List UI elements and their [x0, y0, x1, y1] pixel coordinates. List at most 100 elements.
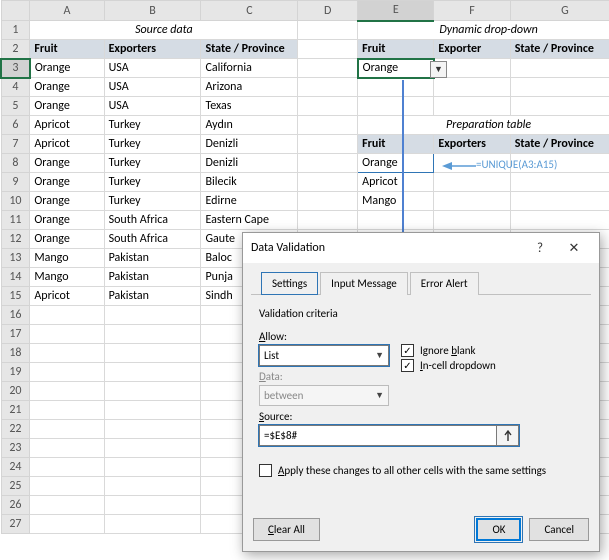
row-header-10[interactable]: 10	[1, 192, 30, 211]
row-header-13[interactable]: 13	[1, 249, 30, 268]
cell-B12[interactable]: South Africa	[104, 230, 201, 249]
row-header-18[interactable]: 18	[1, 344, 30, 363]
cell-D2[interactable]	[298, 40, 358, 59]
cell-C8[interactable]: Denizli	[201, 154, 298, 173]
row-header-9[interactable]: 9	[1, 173, 30, 192]
cell-F10[interactable]	[434, 192, 510, 211]
cell-B11[interactable]: South Africa	[104, 211, 201, 230]
dialog-help-button[interactable]: ?	[523, 236, 557, 260]
cell-A14[interactable]: Mango	[30, 268, 104, 287]
cell-A8[interactable]: Orange	[30, 154, 104, 173]
cell-B6[interactable]: Turkey	[104, 116, 201, 135]
cell-E8[interactable]: Orange	[358, 154, 434, 173]
cell-B8[interactable]: Turkey	[104, 154, 201, 173]
cell-B17[interactable]	[104, 325, 201, 344]
row-header-11[interactable]: 11	[1, 211, 30, 230]
cell-G10[interactable]	[510, 192, 609, 211]
tab-error-alert[interactable]: Error Alert	[410, 272, 479, 295]
cell-A13[interactable]: Mango	[30, 249, 104, 268]
cell-A5[interactable]: Orange	[30, 97, 104, 116]
cell-F4[interactable]	[434, 78, 510, 97]
dialog-close-button[interactable]: ✕	[557, 236, 591, 260]
cell-C2[interactable]: State / Province	[201, 40, 298, 59]
cell-C11[interactable]: Eastern Cape	[201, 211, 298, 230]
cell-G9[interactable]	[510, 173, 609, 192]
cell-G11[interactable]	[510, 211, 609, 230]
row-header-17[interactable]: 17	[1, 325, 30, 344]
col-header-E[interactable]: E	[358, 1, 434, 21]
cell-A20[interactable]	[30, 382, 104, 401]
cell-D5[interactable]	[298, 97, 358, 116]
range-selector-button[interactable]	[497, 425, 519, 446]
cell-D3[interactable]	[298, 59, 358, 78]
cell-A2[interactable]: Fruit	[30, 40, 104, 59]
cell-B9[interactable]: Turkey	[104, 173, 201, 192]
cell-E10[interactable]: Mango	[358, 192, 434, 211]
tab-settings[interactable]: Settings	[261, 272, 318, 295]
cell-E2[interactable]: Fruit	[358, 40, 434, 59]
row-header-3[interactable]: 3	[1, 59, 30, 78]
cell-A22[interactable]	[30, 420, 104, 439]
cell-C9[interactable]: Bilecik	[201, 173, 298, 192]
cell-E5[interactable]	[358, 97, 434, 116]
cell-dropdown-button[interactable]: ▼	[430, 61, 447, 78]
cell-C3[interactable]: California	[201, 59, 298, 78]
cell-B25[interactable]	[104, 477, 201, 496]
cell-B7[interactable]: Turkey	[104, 135, 201, 154]
row-header-22[interactable]: 22	[1, 420, 30, 439]
cell-F7[interactable]: Exporters	[434, 135, 510, 154]
cell-G7[interactable]: State / Province	[510, 135, 609, 154]
cell-E4[interactable]	[358, 78, 434, 97]
cell-B16[interactable]	[104, 306, 201, 325]
row-header-24[interactable]: 24	[1, 458, 30, 477]
cell-G2[interactable]: State / Province	[510, 40, 609, 59]
cell-D8[interactable]	[298, 154, 358, 173]
source-input[interactable]	[259, 425, 497, 446]
cell-E7[interactable]: Fruit	[358, 135, 434, 154]
row-header-1[interactable]: 1	[1, 21, 30, 40]
cell-A19[interactable]	[30, 363, 104, 382]
col-header-G[interactable]: G	[510, 1, 609, 21]
cell-C7[interactable]: Denizli	[201, 135, 298, 154]
cell-C5[interactable]: Texas	[201, 97, 298, 116]
cell-B24[interactable]	[104, 458, 201, 477]
cell-A26[interactable]	[30, 496, 104, 515]
row-header-5[interactable]: 5	[1, 97, 30, 116]
cell-D7[interactable]	[298, 135, 358, 154]
clear-all-button[interactable]: Clear All	[253, 518, 320, 541]
row-header-20[interactable]: 20	[1, 382, 30, 401]
cell-A27[interactable]	[30, 515, 104, 534]
cell-A12[interactable]: Orange	[30, 230, 104, 249]
cell-C10[interactable]: Edirne	[201, 192, 298, 211]
cell-B18[interactable]	[104, 344, 201, 363]
cell-A24[interactable]	[30, 458, 104, 477]
cell-B4[interactable]: USA	[104, 78, 201, 97]
cell-B10[interactable]: Turkey	[104, 192, 201, 211]
cell-A6[interactable]: Apricot	[30, 116, 104, 135]
cell-A16[interactable]	[30, 306, 104, 325]
row-header-25[interactable]: 25	[1, 477, 30, 496]
cell-G5[interactable]	[510, 97, 609, 116]
cell-B19[interactable]	[104, 363, 201, 382]
cell-D11[interactable]	[298, 211, 358, 230]
cell-D4[interactable]	[298, 78, 358, 97]
cell-C6[interactable]: Aydın	[201, 116, 298, 135]
cell-F11[interactable]	[434, 211, 510, 230]
cell-B27[interactable]	[104, 515, 201, 534]
col-header-D[interactable]: D	[298, 1, 358, 21]
dynamic-dropdown-title[interactable]: Dynamic drop-down	[358, 21, 609, 40]
cell-F2[interactable]: Exporter	[434, 40, 510, 59]
cell-D6[interactable]	[298, 116, 358, 135]
row-header-8[interactable]: 8	[1, 154, 30, 173]
cell-A9[interactable]: Orange	[30, 173, 104, 192]
cell-A17[interactable]	[30, 325, 104, 344]
preparation-table-title[interactable]: Preparation table	[358, 116, 609, 135]
cell-G3[interactable]	[510, 59, 609, 78]
cell-B22[interactable]	[104, 420, 201, 439]
dialog-titlebar[interactable]: Data Validation ? ✕	[243, 233, 599, 263]
row-header-6[interactable]: 6	[1, 116, 30, 135]
cell-B2[interactable]: Exporters	[104, 40, 201, 59]
cell-A23[interactable]	[30, 439, 104, 458]
col-header-B[interactable]: B	[104, 1, 201, 21]
incell-dropdown-checkbox[interactable]: ✓ In-cell dropdown	[401, 359, 496, 372]
